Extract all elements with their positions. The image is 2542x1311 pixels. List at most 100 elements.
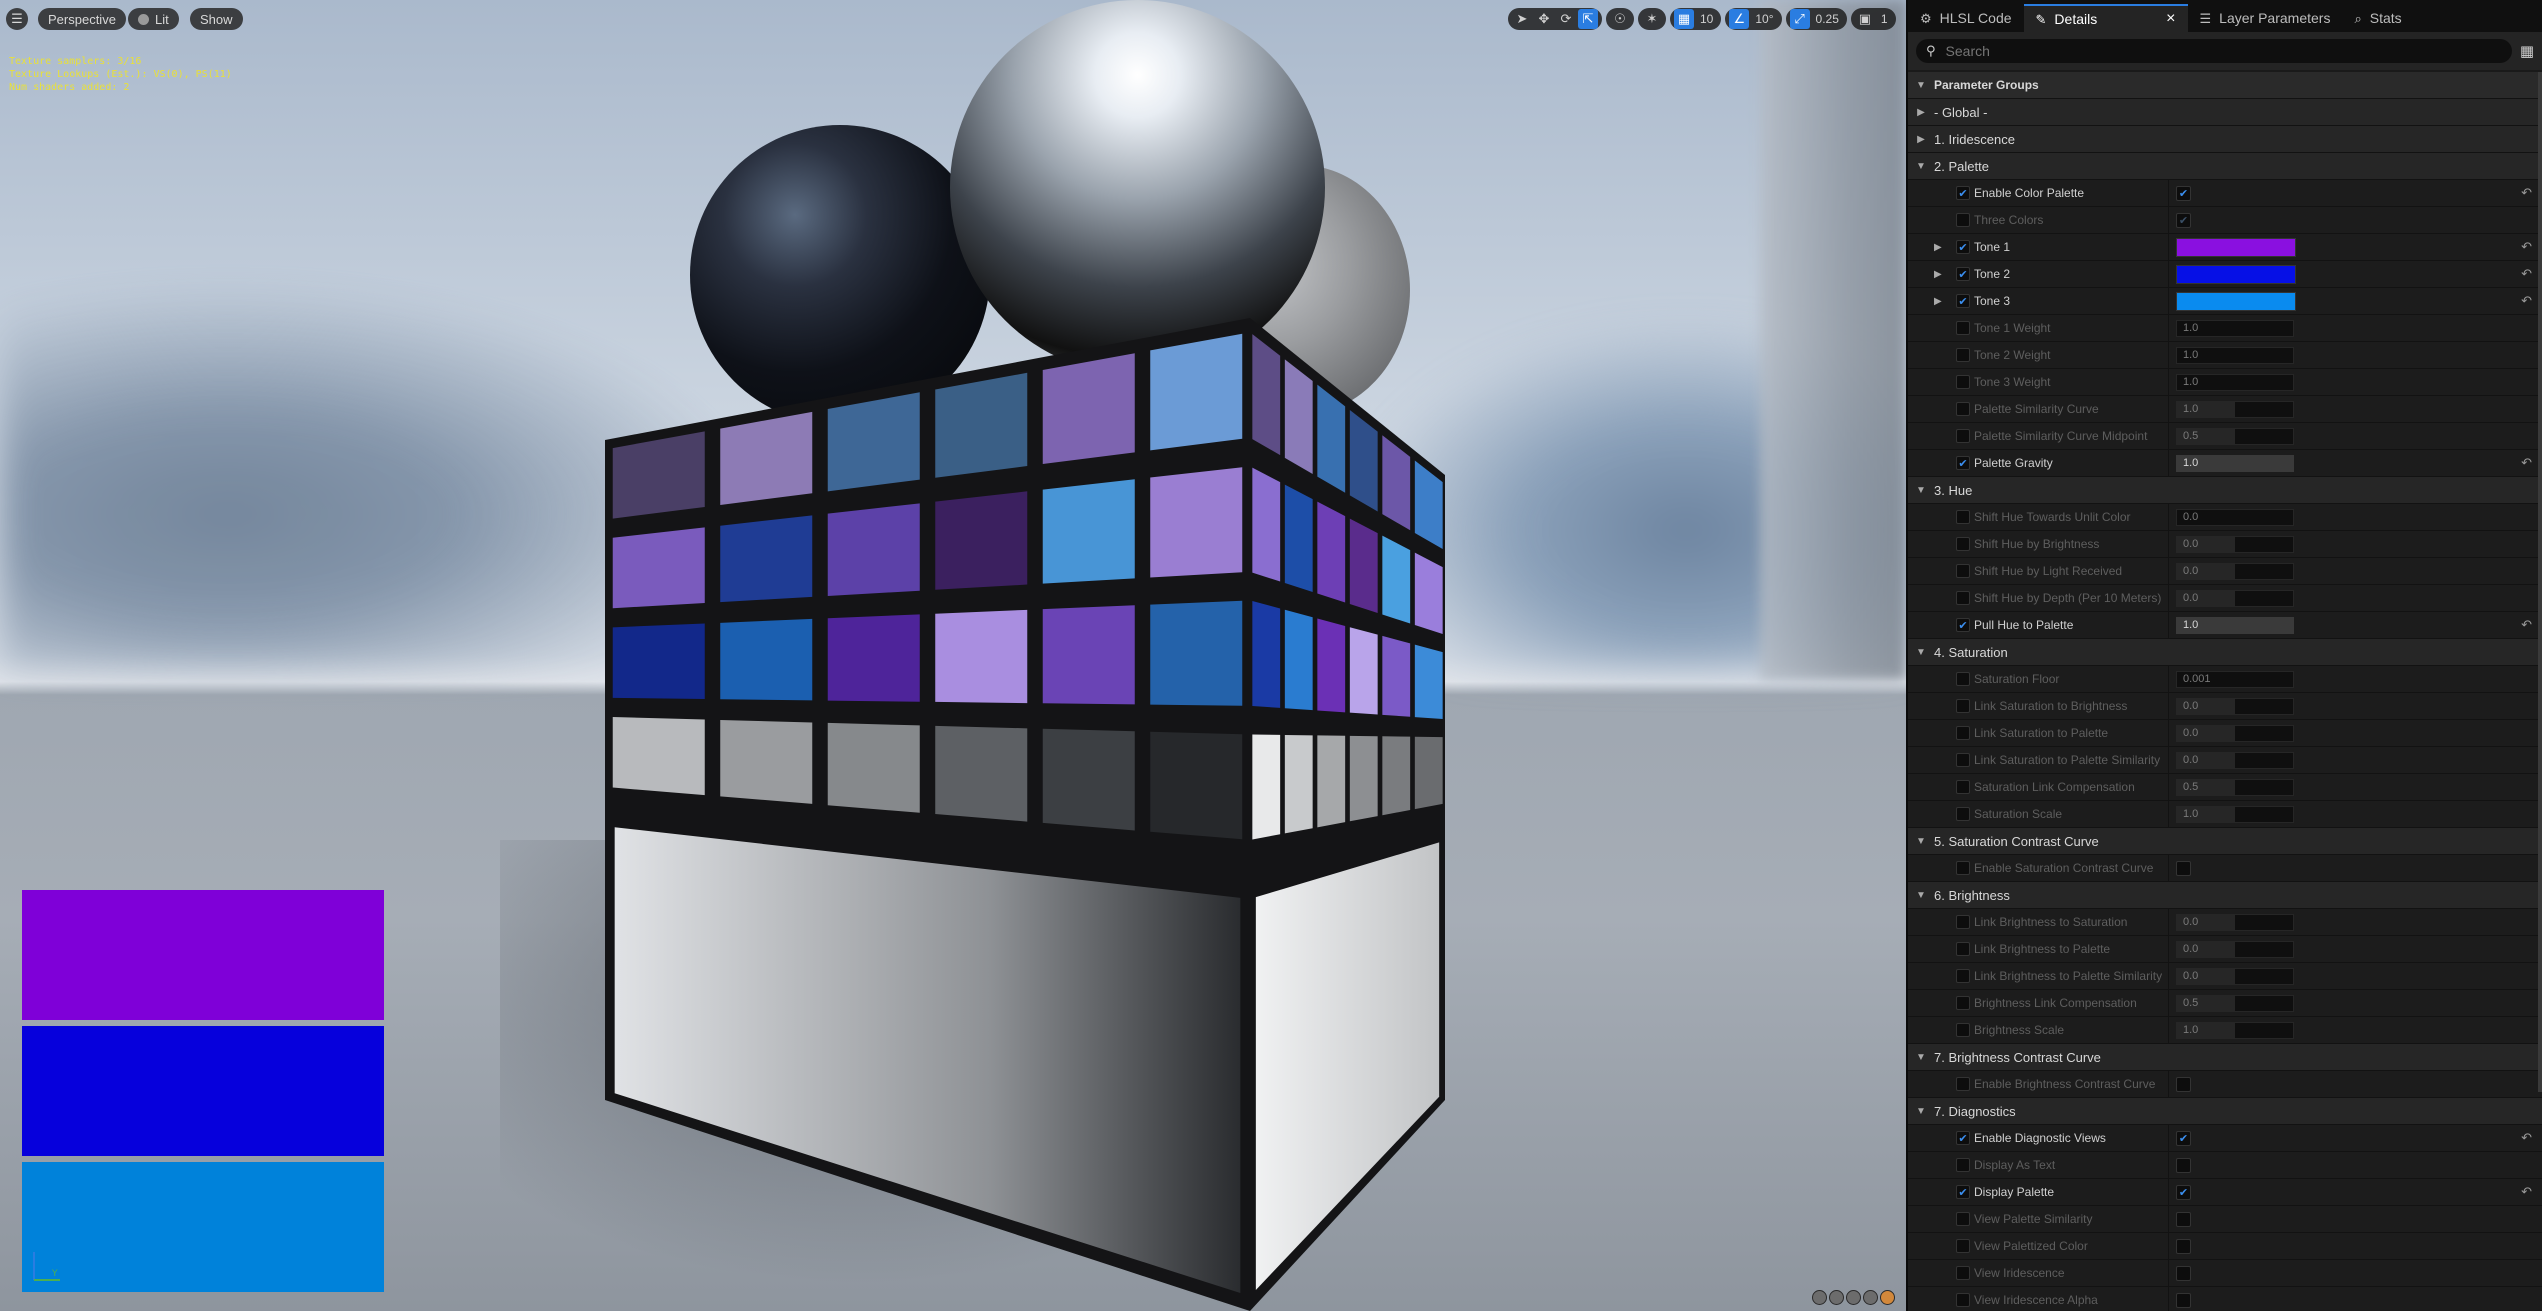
search-input[interactable] [1943, 42, 2466, 60]
chevron-down-icon[interactable]: ▼ [1914, 647, 1928, 658]
value-field[interactable]: 0.5 [2176, 427, 2294, 445]
reset-to-default-icon[interactable]: ↶ [2521, 185, 2532, 201]
value-field[interactable]: 0.0 [2176, 697, 2294, 715]
value-field[interactable]: 1.0 [2176, 805, 2294, 823]
value-checkbox[interactable] [2176, 1265, 2191, 1281]
override-checkbox[interactable]: ✔ [1956, 186, 1970, 200]
chevron-down-icon[interactable]: ▼ [1914, 1052, 1928, 1063]
override-checkbox[interactable] [1956, 1023, 1970, 1037]
tab-stats[interactable]: ⌕ Stats [2342, 4, 2413, 32]
value-field[interactable]: 0.0 [2176, 940, 2294, 958]
value-field[interactable]: 0.0 [2176, 913, 2294, 931]
property-matrix-icon[interactable]: ▦ [2520, 42, 2534, 60]
grid-snap-value[interactable]: 10 [1696, 12, 1717, 26]
value-field[interactable]: 0.0 [2176, 724, 2294, 742]
show-button[interactable]: Show [190, 8, 243, 30]
override-checkbox[interactable] [1956, 807, 1970, 821]
view-option-icon[interactable] [1829, 1290, 1844, 1305]
reset-to-default-icon[interactable]: ↶ [2521, 455, 2532, 471]
perspective-button[interactable]: Perspective [38, 8, 126, 30]
override-checkbox[interactable] [1956, 1239, 1970, 1253]
group-row[interactable]: ▼ 7. Brightness Contrast Curve [1908, 1044, 2542, 1071]
override-checkbox[interactable] [1956, 861, 1970, 875]
chevron-right-icon[interactable]: ▶ [1914, 134, 1928, 145]
value-field[interactable]: 0.5 [2176, 994, 2294, 1012]
override-checkbox[interactable] [1956, 726, 1970, 740]
override-checkbox[interactable] [1956, 348, 1970, 362]
close-icon[interactable]: × [2166, 10, 2175, 28]
override-checkbox[interactable] [1956, 996, 1970, 1010]
override-checkbox[interactable] [1956, 1158, 1970, 1172]
value-checkbox[interactable] [2176, 1076, 2191, 1092]
override-checkbox[interactable] [1956, 375, 1970, 389]
override-checkbox[interactable] [1956, 942, 1970, 956]
value-checkbox[interactable] [2176, 1238, 2191, 1254]
value-checkbox[interactable] [2176, 1211, 2191, 1227]
override-checkbox[interactable] [1956, 699, 1970, 713]
override-checkbox[interactable]: ✔ [1956, 456, 1970, 470]
viewport-menu-button[interactable]: ☰ [6, 8, 28, 30]
reset-to-default-icon[interactable]: ↶ [2521, 293, 2532, 309]
value-field[interactable]: 0.5 [2176, 778, 2294, 796]
angle-snap-icon[interactable]: ∠ [1729, 9, 1750, 29]
color-swatch[interactable] [2176, 291, 2296, 311]
override-checkbox[interactable]: ✔ [1956, 294, 1970, 308]
rotation-snap-value[interactable]: 10° [1751, 12, 1777, 26]
override-checkbox[interactable] [1956, 591, 1970, 605]
value-checkbox[interactable] [2176, 1157, 2191, 1173]
surface-snap-icon[interactable]: ✶ [1642, 9, 1662, 29]
value-field[interactable]: 0.0 [2176, 508, 2294, 526]
chevron-down-icon[interactable]: ▼ [1914, 485, 1928, 496]
parameter-groups-header[interactable]: ▼ Parameter Groups [1908, 72, 2542, 99]
select-arrow-icon[interactable]: ➤ [1512, 9, 1532, 29]
scale-snap-value[interactable]: 0.25 [1812, 12, 1843, 26]
override-checkbox[interactable] [1956, 510, 1970, 524]
view-option-icon[interactable] [1812, 1290, 1827, 1305]
override-checkbox[interactable]: ✔ [1956, 1185, 1970, 1199]
reset-to-default-icon[interactable]: ↶ [2521, 239, 2532, 255]
scale-icon[interactable]: ⇱ [1578, 9, 1598, 29]
value-field[interactable]: 1.0 [2176, 1021, 2294, 1039]
value-field[interactable]: 1.0 [2176, 616, 2294, 634]
override-checkbox[interactable] [1956, 915, 1970, 929]
value-field[interactable]: 0.001 [2176, 670, 2294, 688]
value-field[interactable]: 1.0 [2176, 400, 2294, 418]
value-field[interactable]: 1.0 [2176, 373, 2294, 391]
group-row[interactable]: ▼ 2. Palette [1908, 153, 2542, 180]
chevron-down-icon[interactable]: ▼ [1914, 1106, 1928, 1117]
override-checkbox[interactable] [1956, 969, 1970, 983]
override-checkbox[interactable]: ✔ [1956, 618, 1970, 632]
override-checkbox[interactable] [1956, 402, 1970, 416]
grid-snap-icon[interactable]: ▦ [1674, 9, 1694, 29]
chevron-down-icon[interactable]: ▼ [1914, 890, 1928, 901]
override-checkbox[interactable] [1956, 537, 1970, 551]
reset-to-default-icon[interactable]: ↶ [2521, 617, 2532, 633]
move-icon[interactable]: ✥ [1534, 9, 1554, 29]
chevron-right-icon[interactable]: ▶ [1934, 296, 1942, 307]
value-field[interactable]: 0.0 [2176, 562, 2294, 580]
view-option-icon[interactable] [1846, 1290, 1861, 1305]
override-checkbox[interactable] [1956, 1266, 1970, 1280]
value-field[interactable]: 0.0 [2176, 535, 2294, 553]
group-row[interactable]: ▼ 4. Saturation [1908, 639, 2542, 666]
chevron-right-icon[interactable]: ▶ [1934, 269, 1942, 280]
value-field[interactable]: 0.0 [2176, 751, 2294, 769]
reset-to-default-icon[interactable]: ↶ [2521, 266, 2532, 282]
value-field[interactable]: 1.0 [2176, 454, 2294, 472]
override-checkbox[interactable] [1956, 1293, 1970, 1307]
value-field[interactable]: 1.0 [2176, 346, 2294, 364]
override-checkbox[interactable] [1956, 429, 1970, 443]
override-checkbox[interactable] [1956, 753, 1970, 767]
chevron-right-icon[interactable]: ▶ [1914, 107, 1928, 118]
value-checkbox[interactable] [2176, 1292, 2191, 1308]
value-field[interactable]: 0.0 [2176, 967, 2294, 985]
override-checkbox[interactable] [1956, 672, 1970, 686]
tab-details[interactable]: ✎ Details × [2023, 4, 2188, 32]
override-checkbox[interactable]: ✔ [1956, 240, 1970, 254]
chevron-down-icon[interactable]: ▼ [1914, 161, 1928, 172]
group-row[interactable]: ▼ 5. Saturation Contrast Curve [1908, 828, 2542, 855]
value-checkbox[interactable]: ✔ [2176, 1130, 2191, 1146]
chevron-down-icon[interactable]: ▼ [1914, 836, 1928, 847]
value-field[interactable]: 0.0 [2176, 589, 2294, 607]
group-row[interactable]: ▼ 7. Diagnostics [1908, 1098, 2542, 1125]
